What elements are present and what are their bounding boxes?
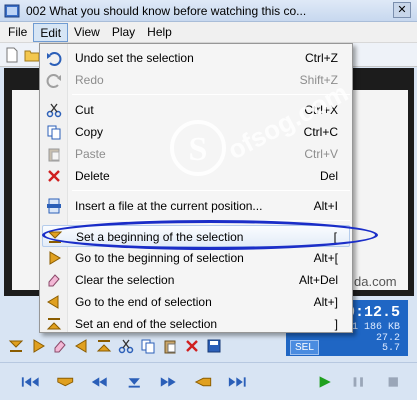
copy-icon — [47, 125, 61, 140]
menu-item-label: Copy — [75, 125, 104, 139]
menu-item-label: Insert a file at the current position... — [75, 199, 263, 213]
menu-item-shortcut: Alt+Del — [298, 273, 338, 287]
selection-end-icon[interactable] — [96, 338, 112, 354]
insert-file-icon — [47, 198, 61, 214]
svg-text:S: S — [189, 131, 208, 168]
go-begin-icon[interactable] — [30, 338, 46, 354]
menu-view[interactable]: View — [68, 23, 106, 42]
play-icon[interactable] — [314, 374, 335, 390]
selection-end-marker-icon[interactable] — [193, 374, 214, 390]
transport-bar — [0, 362, 417, 400]
skip-start-icon[interactable] — [20, 374, 41, 390]
menu-edit[interactable]: Edit — [33, 22, 69, 42]
menu-bar: File Edit View Play Help — [0, 22, 417, 43]
video-watermark-text: da.com — [354, 274, 397, 289]
new-file-icon[interactable] — [4, 47, 20, 63]
value-readout-2: 5.7 — [381, 343, 400, 354]
menu-item-label: Go to the beginning of selection — [75, 251, 244, 265]
undo-icon — [47, 52, 62, 66]
copy-icon[interactable] — [140, 338, 156, 354]
window-title: 002 What you should know before watching… — [26, 3, 307, 18]
menu-item-shortcut: Alt+I — [313, 199, 338, 213]
menu-help[interactable]: Help — [141, 23, 178, 42]
menu-item-label: Paste — [75, 147, 106, 161]
menu-item-label: Redo — [75, 73, 104, 87]
menu-item-shortcut: Alt+[ — [313, 251, 338, 265]
scissors-icon — [46, 103, 62, 118]
menu-item-shortcut: Alt+] — [313, 295, 338, 309]
clear-selection-icon — [48, 274, 60, 287]
menu-item-set-end[interactable]: Set an end of the selection ] — [42, 313, 350, 335]
redo-icon — [46, 74, 61, 88]
menu-item-insert-file[interactable]: Insert a file at the current position...… — [42, 195, 350, 217]
menu-item-label: Go to the end of selection — [75, 295, 212, 309]
menu-item-shortcut: ] — [334, 317, 338, 331]
skip-end-icon[interactable] — [227, 374, 248, 390]
rewind-icon[interactable] — [89, 374, 110, 390]
clear-selection-icon[interactable] — [52, 338, 68, 354]
menu-item-label: Delete — [75, 169, 110, 183]
svg-text:ofsog.com: ofsog.com — [223, 77, 353, 165]
paste-icon — [48, 148, 60, 162]
menu-file[interactable]: File — [2, 23, 33, 42]
menu-item-go-end[interactable]: Go to the end of selection Alt+] — [42, 291, 350, 313]
open-folder-icon[interactable] — [24, 47, 40, 63]
pause-icon[interactable] — [348, 374, 369, 390]
save-icon[interactable] — [206, 338, 222, 354]
go-end-icon — [47, 295, 59, 309]
size-readout: 1 186 KB — [351, 322, 400, 333]
menu-play[interactable]: Play — [106, 23, 141, 42]
scissors-icon[interactable] — [118, 338, 134, 354]
delete-icon[interactable] — [184, 338, 200, 354]
selection-start-icon[interactable] — [55, 374, 76, 390]
menu-item-clear-selection[interactable]: Clear the selection Alt+Del — [42, 269, 350, 291]
selection-begin-icon[interactable] — [8, 338, 24, 354]
close-button[interactable]: ✕ — [393, 2, 411, 18]
menu-item-label: Cut — [75, 103, 94, 117]
delete-icon — [48, 170, 60, 182]
app-icon — [4, 4, 20, 17]
paste-icon[interactable] — [162, 338, 178, 354]
time-readout: 0:12.5 — [345, 304, 400, 321]
menu-item-label: Clear the selection — [75, 273, 175, 287]
go-begin-icon — [49, 251, 61, 265]
selection-end-icon — [46, 318, 62, 330]
menu-item-go-beginning[interactable]: Go to the beginning of selection Alt+[ — [42, 247, 350, 269]
watermark-logo: S ofsog.com — [170, 77, 353, 176]
go-end-icon[interactable] — [74, 338, 90, 354]
stop-icon[interactable] — [383, 374, 404, 390]
sel-badge[interactable]: SEL — [290, 340, 319, 355]
title-bar: 002 What you should know before watching… — [0, 0, 417, 22]
forward-icon[interactable] — [158, 374, 179, 390]
highlight-ring-annotation — [42, 220, 378, 250]
edit-toolbar — [8, 338, 228, 354]
menu-item-label: Set an end of the selection — [75, 317, 218, 331]
step-icon[interactable] — [124, 374, 145, 390]
